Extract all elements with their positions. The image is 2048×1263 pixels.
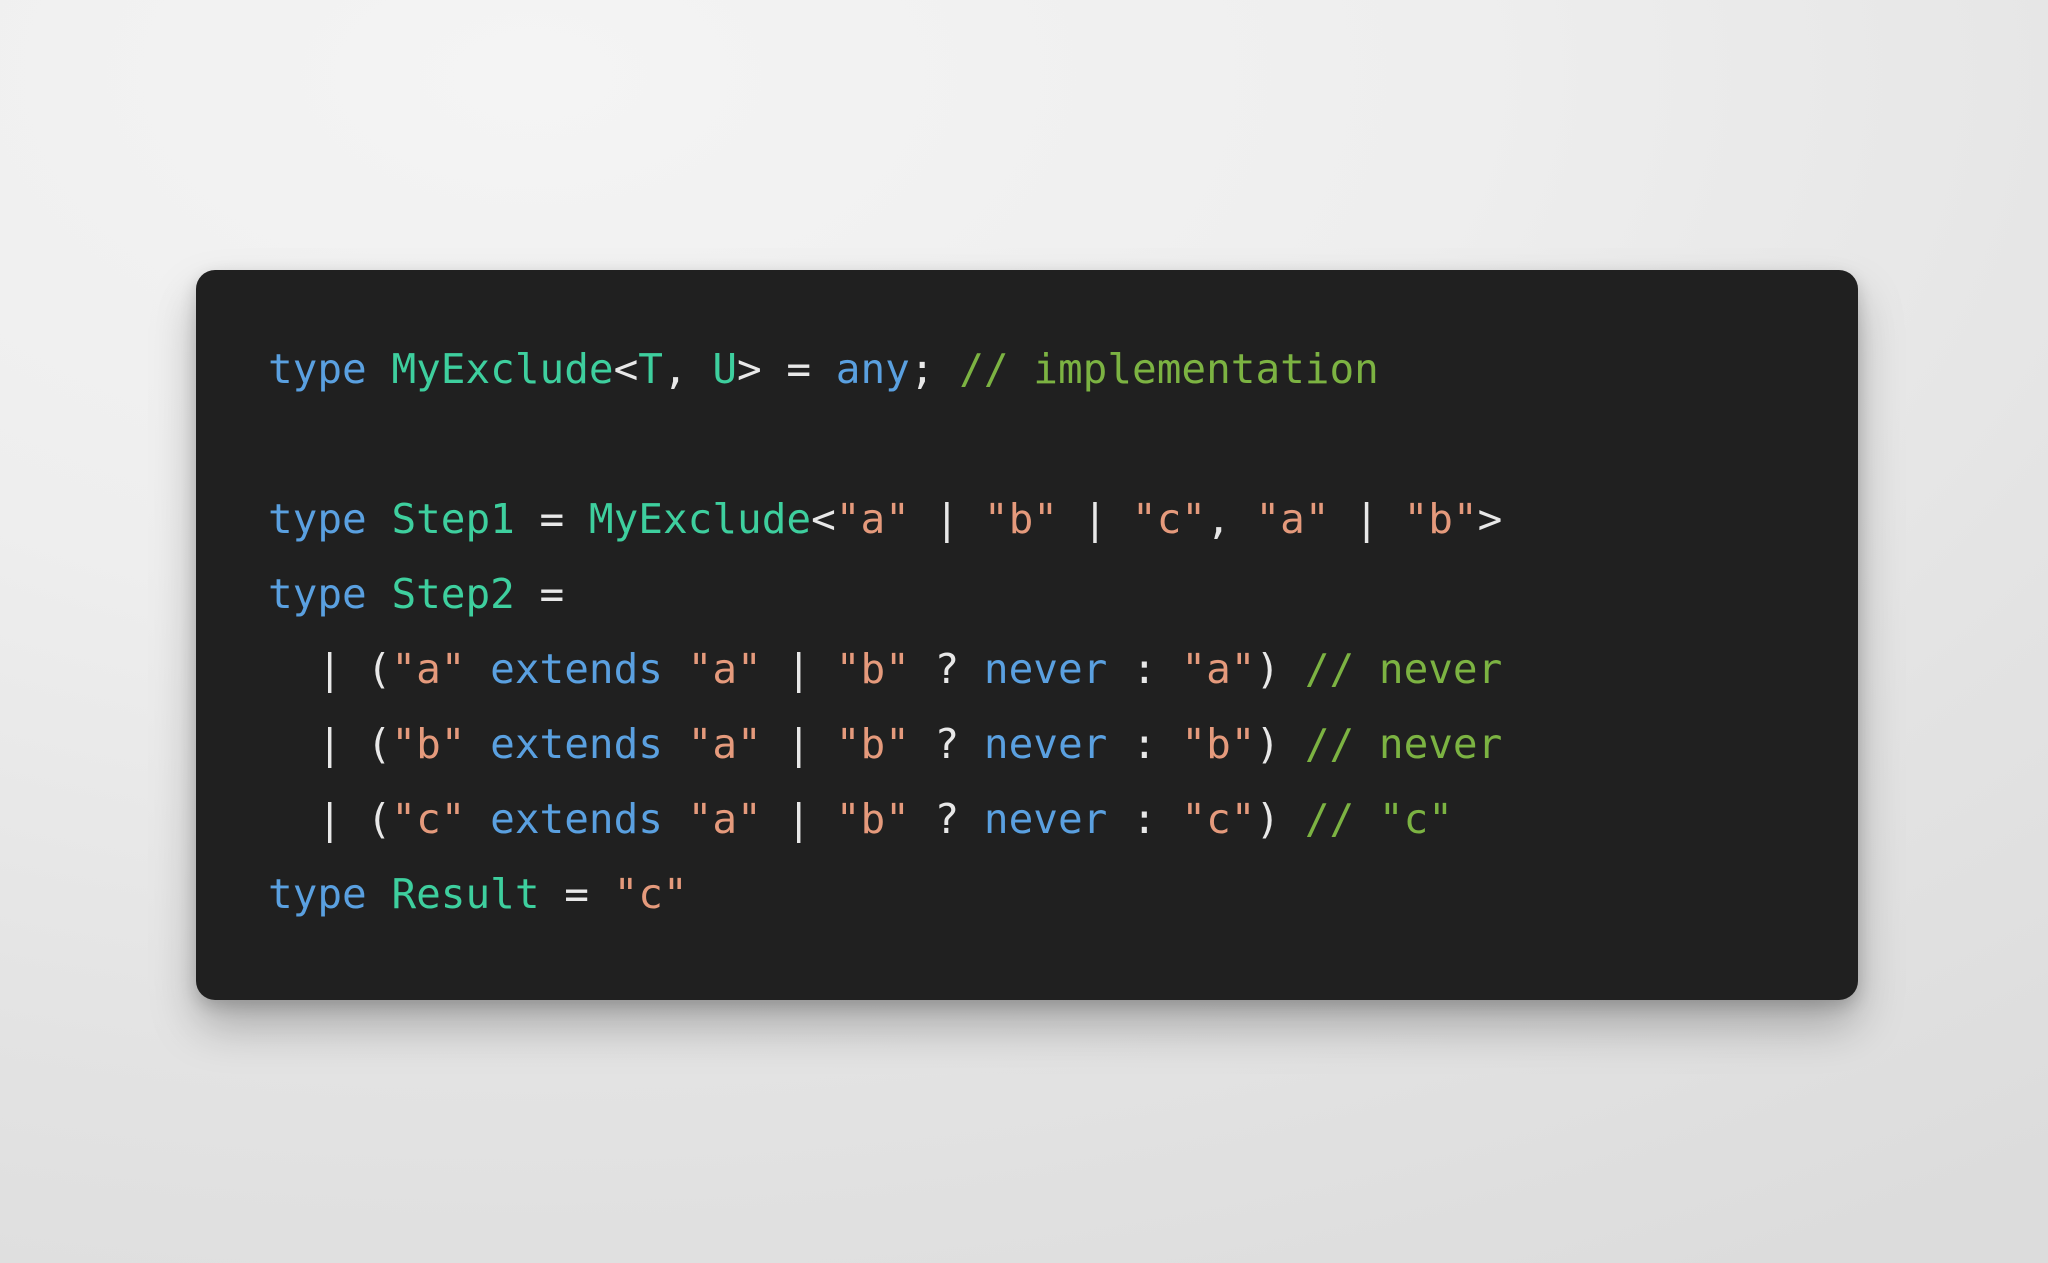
code-token-string: "a" (687, 720, 762, 768)
code-token-type: MyExclude (391, 345, 614, 393)
code-token-punctuation: | ( (268, 795, 392, 843)
code-token-type: T (638, 345, 663, 393)
code-token-punctuation: < (613, 345, 639, 393)
code-token-string: "b" (983, 495, 1058, 543)
code-token-type: MyExclude (588, 495, 812, 543)
code-token-string: "c" (1181, 795, 1256, 843)
code-token-punctuation: | (761, 645, 836, 693)
code-token-type: Step2 (391, 570, 515, 618)
code-token-punctuation: | (1329, 495, 1404, 543)
code-token-punctuation: ; (909, 345, 960, 393)
code-token-punctuation: > (1477, 495, 1503, 543)
code-token-punctuation: ? (909, 720, 984, 768)
code-token-string: "a" (1255, 495, 1330, 543)
code-token-comment: // never (1304, 645, 1503, 693)
code-token-keyword: never (983, 645, 1108, 693)
code-token-punctuation: : (1107, 720, 1182, 768)
code-token-string: "c" (1132, 495, 1207, 543)
code-token-punctuation: = (514, 495, 589, 543)
code-token-keyword: never (983, 720, 1108, 768)
code-token-keyword: type (268, 345, 367, 393)
code-token-keyword: type (268, 495, 367, 543)
code-token-punctuation: = (514, 570, 565, 618)
code-token-keyword: extends (490, 795, 663, 843)
code-line: | ("b" extends "a" | "b" ? never : "b") … (268, 707, 1834, 782)
code-token-punctuation: ) (1255, 795, 1305, 843)
code-token-comment: // "c" (1304, 795, 1453, 843)
code-token-string: "a" (687, 645, 762, 693)
code-token-punctuation: ) (1255, 645, 1305, 693)
code-token-string: "a" (1181, 645, 1256, 693)
code-token-punctuation: , (662, 345, 713, 393)
code-token-punctuation: ? (909, 645, 984, 693)
code-token-type: Result (391, 870, 540, 918)
code-token-punctuation: | (761, 720, 836, 768)
code-token-punctuation: | (1057, 495, 1133, 543)
code-line: type MyExclude<T, U> = any; // implement… (268, 332, 1834, 407)
code-token-string: "b" (391, 720, 466, 768)
code-token-string: "c" (391, 795, 466, 843)
code-token-punctuation: | (909, 495, 984, 543)
code-token-punctuation: | (761, 795, 836, 843)
code-token-keyword: any (835, 345, 910, 393)
code-token-punctuation: < (811, 495, 836, 543)
code-token-string: "c" (613, 870, 688, 918)
code-token-punctuation: ) (1255, 720, 1305, 768)
code-line: | ("a" extends "a" | "b" ? never : "a") … (268, 632, 1834, 707)
code-line: type Step1 = MyExclude<"a" | "b" | "c", … (268, 482, 1834, 557)
code-token-punctuation: | ( (268, 645, 392, 693)
code-token-punctuation: , (1206, 495, 1256, 543)
code-token-keyword: extends (490, 720, 663, 768)
code-token-string: "b" (835, 720, 910, 768)
code-token-keyword: never (983, 795, 1108, 843)
code-token-comment: // implementation (959, 345, 1379, 393)
code-block: type MyExclude<T, U> = any; // implement… (268, 332, 1834, 932)
code-token-keyword: type (268, 570, 367, 618)
code-line: type Result = "c" (268, 857, 1834, 932)
code-token-string: "b" (1403, 495, 1478, 543)
code-token-punctuation: > (737, 345, 787, 393)
code-token-keyword: type (268, 870, 367, 918)
code-token-string: "a" (391, 645, 466, 693)
code-token-comment: // never (1304, 720, 1503, 768)
code-line: | ("c" extends "a" | "b" ? never : "c") … (268, 782, 1834, 857)
code-token-type: Step1 (391, 495, 515, 543)
code-token-punctuation: : (1107, 795, 1182, 843)
code-token-string: "a" (687, 795, 762, 843)
code-token-string: "a" (835, 495, 910, 543)
code-token-type: U (712, 345, 738, 393)
code-token-string: "b" (835, 795, 910, 843)
code-token-keyword: extends (490, 645, 663, 693)
code-token-punctuation: = (539, 870, 614, 918)
code-token-punctuation: ? (909, 795, 984, 843)
code-snippet-card: type MyExclude<T, U> = any; // implement… (196, 270, 1858, 1000)
code-token-punctuation: = (786, 345, 836, 393)
code-line: type Step2 = (268, 557, 1834, 632)
code-token-string: "b" (835, 645, 910, 693)
code-token-punctuation: : (1107, 645, 1182, 693)
code-token-string: "b" (1181, 720, 1256, 768)
code-token-punctuation: | ( (268, 720, 392, 768)
